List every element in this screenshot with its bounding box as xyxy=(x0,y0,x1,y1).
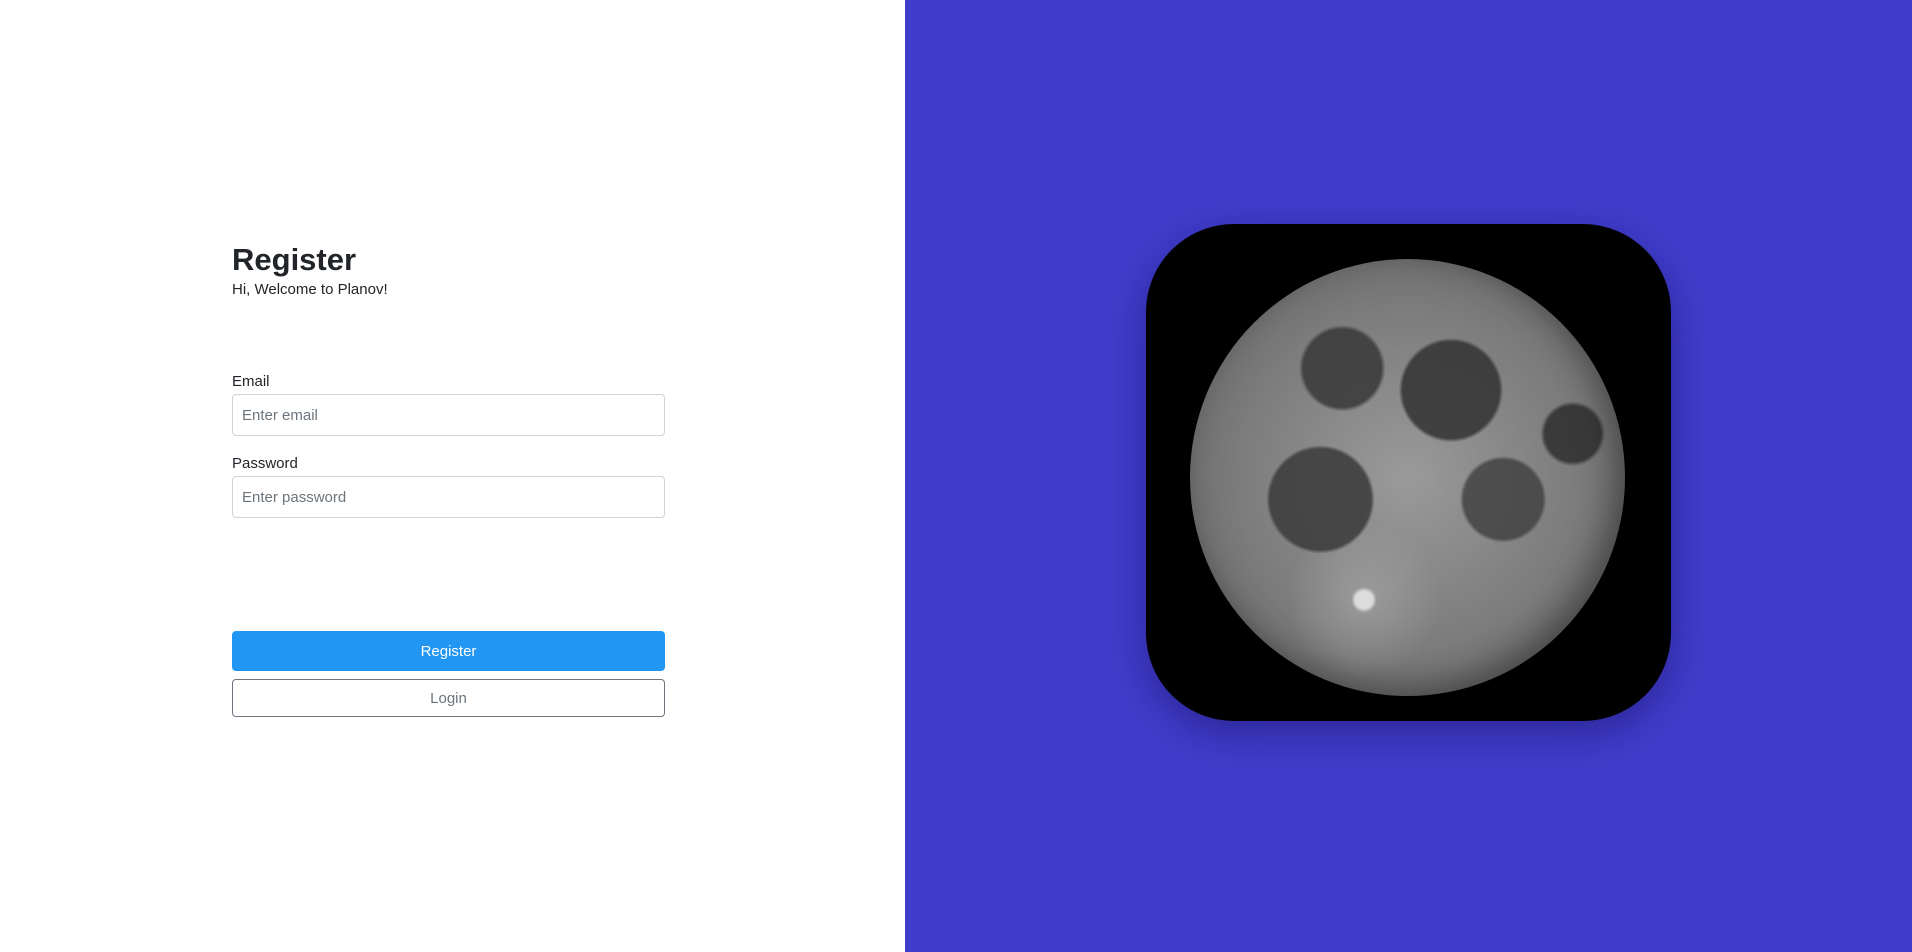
register-button[interactable]: Register xyxy=(232,631,665,671)
moon-icon xyxy=(1190,259,1625,696)
email-field[interactable] xyxy=(232,394,665,436)
page-title: Register xyxy=(232,242,357,277)
register-page: Register Hi, Welcome to Planov! Email Pa… xyxy=(0,0,1912,952)
register-form: Register Hi, Welcome to Planov! Email Pa… xyxy=(232,240,665,717)
hero-panel xyxy=(905,0,1912,952)
password-label: Password xyxy=(232,455,298,472)
login-button[interactable]: Login xyxy=(232,679,665,717)
form-panel: Register Hi, Welcome to Planov! Email Pa… xyxy=(0,0,905,952)
moon-image-card xyxy=(1146,224,1671,721)
email-label: Email xyxy=(232,373,270,390)
password-field[interactable] xyxy=(232,476,665,518)
page-subtitle: Hi, Welcome to Planov! xyxy=(232,281,388,298)
